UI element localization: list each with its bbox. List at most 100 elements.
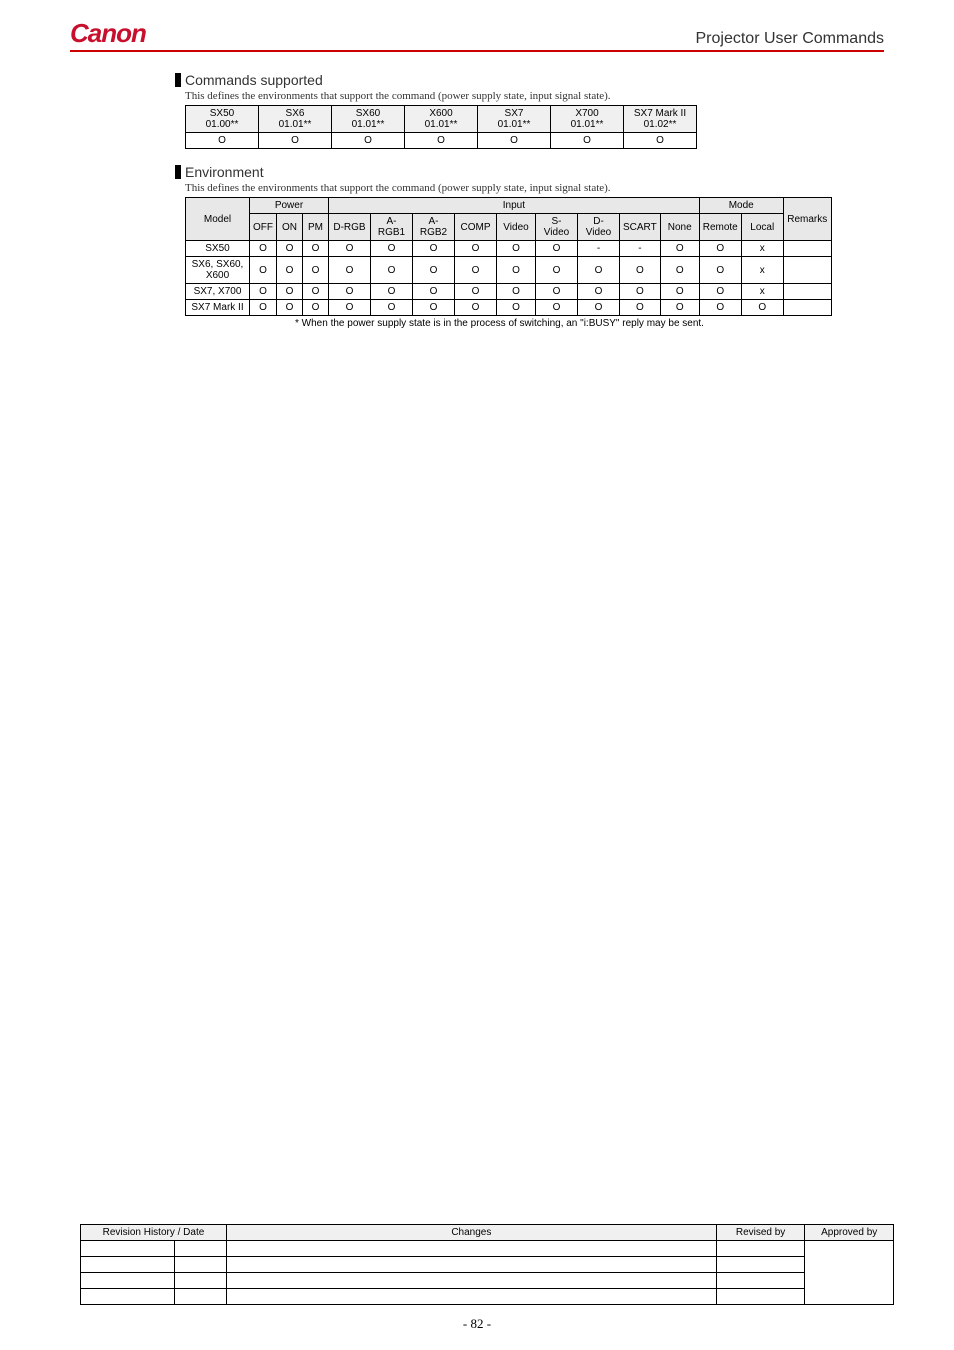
table-row: SX50OOOOOOOOO--OOx bbox=[186, 241, 832, 257]
table-row: SX7, X700OOOOOOOOOOOOOx bbox=[186, 284, 832, 300]
section-bar-icon bbox=[175, 165, 181, 179]
env-col: Local bbox=[741, 214, 783, 241]
env-cell: O bbox=[497, 257, 536, 284]
env-cell: O bbox=[277, 257, 303, 284]
env-col: D-Video bbox=[578, 214, 620, 241]
section-title: Commands supported bbox=[185, 72, 323, 88]
cs-model: SX50 bbox=[189, 108, 255, 119]
env-col: A-RGB2 bbox=[413, 214, 455, 241]
cs-value: O bbox=[624, 133, 697, 149]
env-cell: - bbox=[578, 241, 620, 257]
env-cell: O bbox=[660, 257, 699, 284]
section-bar-icon bbox=[175, 73, 181, 87]
rev-header-changes: Changes bbox=[226, 1225, 716, 1241]
cs-ver: 01.01** bbox=[262, 119, 328, 130]
env-model-cell: SX6, SX60, X600 bbox=[186, 257, 250, 284]
table-row bbox=[81, 1257, 894, 1273]
env-cell: O bbox=[250, 241, 277, 257]
rev-header-revised: Revised by bbox=[716, 1225, 805, 1241]
env-cell: O bbox=[699, 284, 741, 300]
environment-footnote: * When the power supply state is in the … bbox=[295, 318, 884, 329]
env-cell: O bbox=[578, 257, 620, 284]
env-col: Remote bbox=[699, 214, 741, 241]
cs-value: O bbox=[478, 133, 551, 149]
env-cell: O bbox=[329, 241, 371, 257]
env-cell: O bbox=[250, 284, 277, 300]
cs-ver: 01.01** bbox=[554, 119, 620, 130]
env-cell: O bbox=[329, 300, 371, 316]
env-col: None bbox=[660, 214, 699, 241]
section-title-row: Commands supported bbox=[175, 72, 884, 88]
commands-supported-table: SX5001.00** SX601.01** SX6001.01** X6000… bbox=[185, 105, 697, 149]
table-subheader-row: OFF ON PM D-RGB A-RGB1 A-RGB2 COMP Video… bbox=[186, 214, 832, 241]
environment-table: Model Power Input Mode Remarks OFF ON PM… bbox=[185, 197, 832, 316]
env-cell: O bbox=[578, 300, 620, 316]
cs-value: O bbox=[332, 133, 405, 149]
env-header-mode: Mode bbox=[699, 198, 783, 214]
env-header-input: Input bbox=[329, 198, 700, 214]
table-header-row: Revision History / Date Changes Revised … bbox=[81, 1225, 894, 1241]
env-cell: O bbox=[536, 300, 578, 316]
env-cell: O bbox=[303, 241, 329, 257]
env-cell: O bbox=[250, 257, 277, 284]
table-row bbox=[81, 1241, 894, 1257]
env-cell: O bbox=[413, 257, 455, 284]
env-cell: O bbox=[497, 241, 536, 257]
table-row: O O O O O O O bbox=[186, 133, 697, 149]
env-cell: O bbox=[413, 300, 455, 316]
env-cell: O bbox=[371, 300, 413, 316]
svg-text:Canon: Canon bbox=[70, 20, 146, 48]
env-cell: x bbox=[741, 241, 783, 257]
env-header-remarks: Remarks bbox=[783, 198, 831, 241]
page-container: Canon Projector User Commands Commands s… bbox=[0, 0, 954, 329]
cs-model: SX6 bbox=[262, 108, 328, 119]
env-cell: x bbox=[741, 257, 783, 284]
cs-value: O bbox=[551, 133, 624, 149]
page-header: Canon Projector User Commands bbox=[70, 20, 884, 52]
env-cell: O bbox=[536, 241, 578, 257]
env-cell: O bbox=[497, 300, 536, 316]
env-cell: O bbox=[497, 284, 536, 300]
env-cell: x bbox=[741, 284, 783, 300]
env-cell: O bbox=[455, 300, 497, 316]
env-header-model: Model bbox=[186, 198, 250, 241]
cs-ver: 01.01** bbox=[481, 119, 547, 130]
env-col: COMP bbox=[455, 214, 497, 241]
table-row bbox=[81, 1273, 894, 1289]
env-col: D-RGB bbox=[329, 214, 371, 241]
table-header-row: Model Power Input Mode Remarks bbox=[186, 198, 832, 214]
env-cell: O bbox=[620, 284, 661, 300]
env-cell: O bbox=[371, 257, 413, 284]
cs-value: O bbox=[259, 133, 332, 149]
env-cell: O bbox=[371, 284, 413, 300]
section-description: This defines the environments that suppo… bbox=[185, 182, 884, 194]
env-cell bbox=[783, 300, 831, 316]
section-title: Environment bbox=[185, 164, 264, 180]
cs-value: O bbox=[186, 133, 259, 149]
env-model-cell: SX7 Mark II bbox=[186, 300, 250, 316]
rev-header-approved: Approved by bbox=[805, 1225, 894, 1241]
cs-model: SX60 bbox=[335, 108, 401, 119]
page-number: - 82 - bbox=[0, 1316, 954, 1332]
page-title: Projector User Commands bbox=[696, 30, 885, 48]
env-cell: O bbox=[277, 300, 303, 316]
env-col: OFF bbox=[250, 214, 277, 241]
env-cell: - bbox=[620, 241, 661, 257]
env-col: ON bbox=[277, 214, 303, 241]
env-cell: O bbox=[536, 284, 578, 300]
env-cell: O bbox=[455, 257, 497, 284]
env-col: Video bbox=[497, 214, 536, 241]
cs-model: SX7 bbox=[481, 108, 547, 119]
env-cell: O bbox=[413, 284, 455, 300]
cs-value: O bbox=[405, 133, 478, 149]
commands-supported-section: Commands supported This defines the envi… bbox=[175, 72, 884, 149]
rev-header-hist: Revision History / Date bbox=[81, 1225, 227, 1241]
env-cell: O bbox=[303, 257, 329, 284]
cs-ver: 01.00** bbox=[189, 119, 255, 130]
env-col: S-Video bbox=[536, 214, 578, 241]
cs-ver: 01.01** bbox=[408, 119, 474, 130]
table-row: SX6, SX60, X600OOOOOOOOOOOOOx bbox=[186, 257, 832, 284]
env-cell: O bbox=[277, 284, 303, 300]
env-cell: O bbox=[371, 241, 413, 257]
env-cell: O bbox=[578, 284, 620, 300]
